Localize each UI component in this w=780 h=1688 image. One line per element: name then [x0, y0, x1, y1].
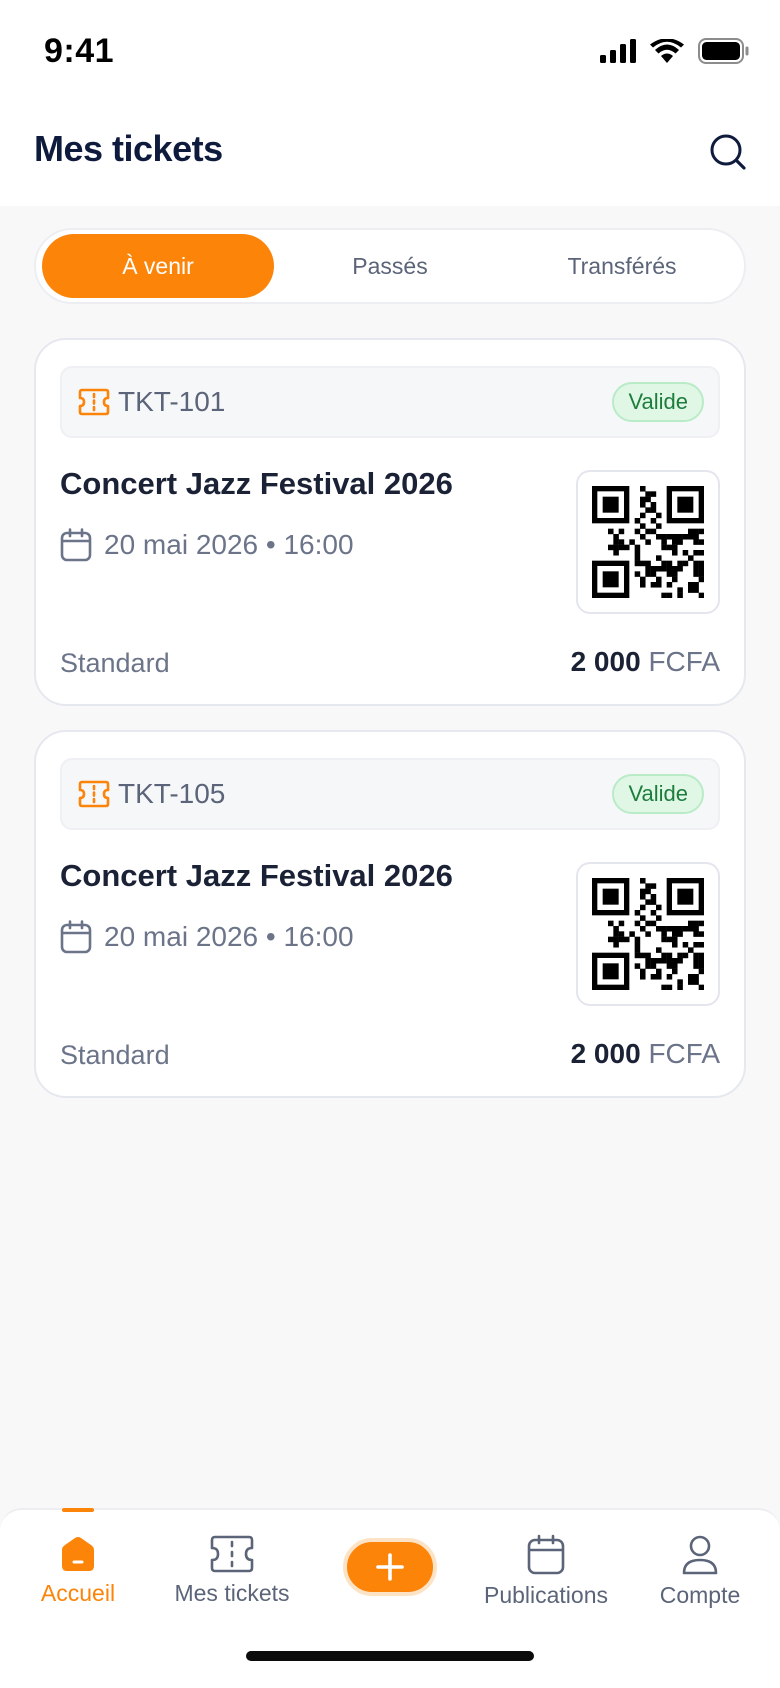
nav-label-tickets: Mes tickets	[174, 1580, 290, 1606]
home-icon	[62, 1537, 94, 1571]
calendar-icon	[527, 1534, 565, 1575]
bottom-navigation: Accueil Mes tickets Publications Compte	[0, 1508, 780, 1688]
wifi-icon	[650, 39, 684, 63]
nav-label-home: Accueil	[40, 1580, 116, 1606]
ticket-id: TKT-105	[118, 778, 226, 809]
event-datetime: 20 mai 2026 • 16:00	[104, 529, 354, 560]
cellular-signal-icon	[600, 39, 636, 63]
event-date-row: 20 mai 2026 • 16:00	[60, 920, 354, 954]
app-header: Mes tickets	[0, 100, 780, 206]
ticket-icon	[78, 780, 110, 808]
ticket-price: 2 000 FCFA	[571, 646, 720, 678]
search-button[interactable]	[706, 130, 750, 174]
status-badge: Valide	[612, 382, 704, 422]
nav-label-account: Compte	[659, 1582, 741, 1608]
price-currency: FCFA	[648, 1038, 720, 1069]
user-icon	[682, 1535, 718, 1575]
event-title: Concert Jazz Festival 2026	[60, 858, 453, 893]
ticket-id: TKT-101	[118, 386, 226, 417]
calendar-icon	[60, 528, 92, 562]
nav-item-account[interactable]: Compte	[622, 1534, 778, 1609]
page-title: Mes tickets	[34, 128, 223, 169]
ticket-icon	[78, 388, 110, 416]
nav-item-tickets[interactable]: Mes tickets	[154, 1534, 310, 1607]
tab-past[interactable]: Passés	[274, 234, 506, 298]
status-time: 9:41	[44, 32, 115, 70]
nav-item-home[interactable]: Accueil	[0, 1534, 156, 1607]
price-currency: FCFA	[648, 646, 720, 677]
status-icons	[600, 38, 750, 64]
event-datetime: 20 mai 2026 • 16:00	[104, 921, 354, 952]
create-button[interactable]	[343, 1538, 437, 1596]
home-indicator	[246, 1651, 534, 1661]
qr-code[interactable]	[576, 470, 720, 614]
ticket-card-header: TKT-105 Valide	[60, 758, 720, 830]
price-amount: 2 000	[570, 646, 641, 677]
plus-icon	[376, 1553, 404, 1581]
price-amount: 2 000	[570, 1038, 641, 1069]
ticket-price: 2 000 FCFA	[571, 1038, 720, 1070]
calendar-icon	[60, 920, 92, 954]
search-icon	[710, 134, 746, 170]
nav-item-publications[interactable]: Publications	[468, 1534, 624, 1609]
status-badge: Valide	[612, 774, 704, 814]
ticket-type: Standard	[60, 648, 170, 678]
tab-transferred[interactable]: Transférés	[506, 234, 738, 298]
ticket-icon	[210, 1535, 254, 1573]
ticket-type: Standard	[60, 1040, 170, 1070]
nav-label-publications: Publications	[483, 1582, 609, 1608]
qr-code[interactable]	[576, 862, 720, 1006]
ticket-card[interactable]: TKT-105 Valide Concert Jazz Festival 202…	[34, 730, 746, 1098]
event-title: Concert Jazz Festival 2026	[60, 466, 453, 501]
tab-upcoming[interactable]: À venir	[42, 234, 274, 298]
event-date-row: 20 mai 2026 • 16:00	[60, 528, 354, 562]
ticket-card-header: TKT-101 Valide	[60, 366, 720, 438]
ticket-filter-tabs: À venir Passés Transférés	[34, 228, 746, 304]
qr-code-image	[592, 878, 704, 990]
qr-code-image	[592, 486, 704, 598]
ticket-card[interactable]: TKT-101 Valide Concert Jazz Festival 202…	[34, 338, 746, 706]
active-tab-indicator	[62, 1508, 94, 1512]
battery-icon	[698, 38, 749, 64]
status-bar: 9:41	[0, 0, 780, 100]
